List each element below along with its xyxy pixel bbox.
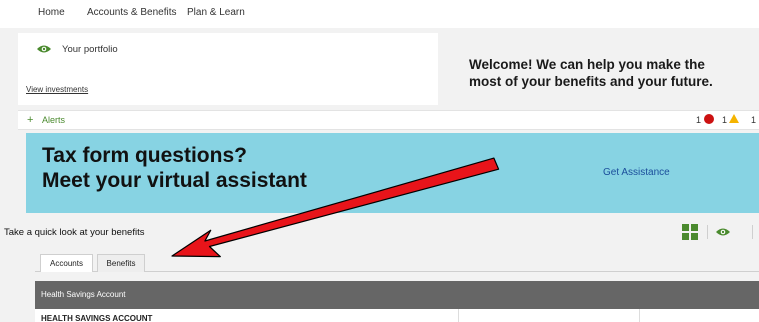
get-assistance-link[interactable]: Get Assistance	[603, 167, 670, 178]
banner-line-1: Tax form questions?	[42, 144, 247, 167]
expand-plus-icon[interactable]: +	[27, 114, 33, 126]
account-section-header: Health Savings Account	[35, 281, 759, 309]
tab-accounts[interactable]: Accounts	[40, 254, 93, 272]
banner-line-2: Meet your virtual assistant	[42, 169, 307, 192]
table-row[interactable]: HEALTH SAVINGS ACCOUNT	[35, 309, 759, 322]
alerts-label: Alerts	[42, 115, 66, 125]
alert-error-icon	[704, 114, 714, 124]
top-navigation: Home Accounts & Benefits Plan & Learn	[0, 0, 759, 28]
welcome-line-2: most of your benefits and your future.	[469, 74, 713, 89]
toolbar-divider-2	[752, 225, 753, 239]
account-row-label: HEALTH SAVINGS ACCOUNT	[41, 314, 153, 322]
view-investments-link[interactable]: View investments	[26, 85, 88, 94]
nav-accounts-benefits[interactable]: Accounts & Benefits	[87, 7, 177, 18]
column-divider	[458, 309, 459, 322]
welcome-message: Welcome! We can help you make the most o…	[469, 56, 759, 90]
nav-home[interactable]: Home	[38, 7, 65, 18]
toolbar-divider	[707, 225, 708, 239]
banner-heading: Tax form questions? Meet your virtual as…	[42, 143, 307, 193]
nav-plan-learn[interactable]: Plan & Learn	[187, 7, 245, 18]
eye-icon	[37, 45, 51, 53]
alert-third-count: 1	[751, 115, 757, 125]
alert-warning-icon	[729, 114, 739, 123]
account-section-title: Health Savings Account	[41, 290, 126, 299]
benefits-section-title: Take a quick look at your benefits	[4, 227, 145, 238]
welcome-line-1: Welcome! We can help you make the	[469, 57, 705, 72]
alerts-bar[interactable]: + Alerts 1 1 1	[18, 110, 759, 130]
tab-benefits[interactable]: Benefits	[97, 254, 145, 272]
portfolio-title: Your portfolio	[62, 44, 118, 55]
portfolio-card: Your portfolio View investments	[18, 33, 438, 105]
alert-red-count: 1	[696, 115, 702, 125]
benefits-dashboard: Home Accounts & Benefits Plan & Learn Yo…	[0, 0, 759, 322]
column-divider	[639, 309, 640, 322]
grid-view-icon[interactable]	[682, 224, 698, 240]
alert-warn-count: 1	[722, 115, 728, 125]
visibility-eye-icon[interactable]	[716, 227, 730, 237]
virtual-assistant-banner: Tax form questions? Meet your virtual as…	[26, 133, 759, 213]
